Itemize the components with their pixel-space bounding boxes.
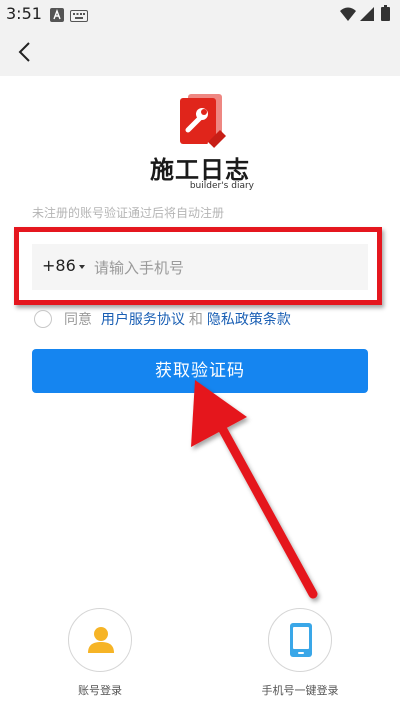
keyboard-icon	[70, 7, 88, 26]
account-login-label: 账号登录	[78, 684, 122, 697]
battery-icon	[381, 5, 390, 25]
back-button[interactable]	[10, 36, 42, 68]
phone-icon	[290, 623, 312, 657]
privacy-policy-link[interactable]: 隐私政策条款	[207, 312, 291, 328]
wifi-icon	[340, 6, 356, 25]
nav-bar	[0, 28, 400, 76]
status-bar: 3:51	[0, 0, 400, 28]
status-time: 3:51	[6, 4, 42, 23]
wrench-book-logo-icon	[180, 94, 226, 150]
app-title: 施工日志	[150, 156, 250, 184]
and-text: 和	[188, 312, 203, 328]
phone-login-label: 手机号一键登录	[261, 684, 339, 697]
agree-radio[interactable]	[34, 310, 52, 328]
agreement-text: 同意 用户服务协议和隐私政策条款	[64, 309, 291, 329]
app-subtitle: builder's diary	[189, 181, 254, 191]
signal-icon	[360, 6, 374, 25]
chevron-left-icon	[18, 42, 30, 62]
notification-a-icon	[50, 7, 64, 26]
annotation-highlight-box	[14, 227, 382, 305]
agree-label: 同意	[64, 312, 92, 328]
user-icon	[88, 627, 114, 653]
account-login-option[interactable]: 账号登录	[60, 608, 140, 698]
get-code-button[interactable]: 获取验证码	[32, 349, 368, 393]
account-login-circle	[68, 608, 132, 672]
phone-login-circle	[268, 608, 332, 672]
app-logo	[170, 92, 232, 154]
phone-onekey-login-option[interactable]: 手机号一键登录	[260, 608, 340, 698]
user-agreement-link[interactable]: 用户服务协议	[101, 312, 185, 328]
register-hint: 未注册的账号验证通过后将自动注册	[32, 206, 225, 220]
